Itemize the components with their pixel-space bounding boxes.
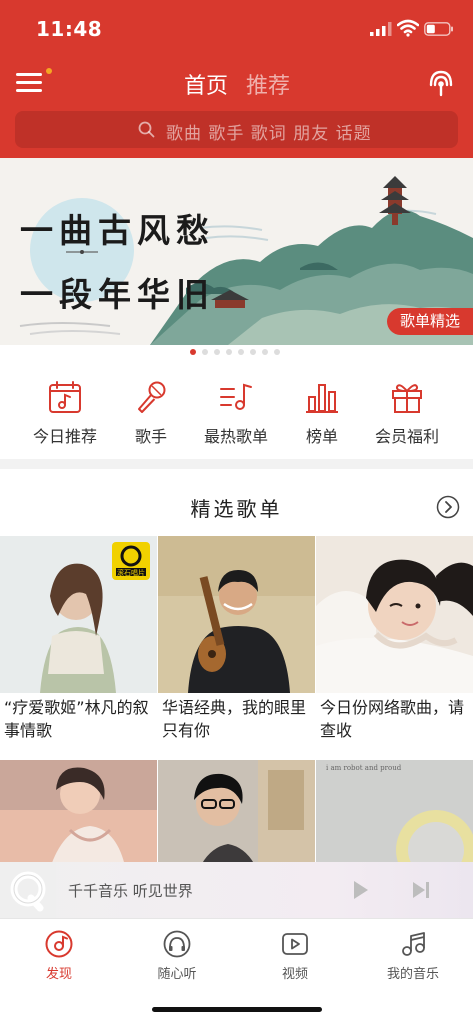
search-bar[interactable]: 歌曲 歌手 歌词 朋友 话题 [15, 111, 458, 148]
cover-image [316, 760, 473, 864]
category-label: 最热歌单 [203, 427, 268, 446]
playlist-title: 今日份网络歌曲，请查收 [320, 698, 465, 740]
cover-caption: i am robot and proud [326, 764, 402, 772]
tab-discover[interactable]: 发现 [14, 929, 104, 982]
carousel-dot [262, 349, 268, 355]
banner-badge: 歌单精选 [387, 308, 473, 335]
mini-player[interactable]: 千千音乐 听见世界 [0, 862, 473, 918]
section-title: 精选歌单 [190, 497, 283, 521]
carousel-dot [250, 349, 256, 355]
microphone-icon [138, 381, 166, 413]
category-singer[interactable]: 歌手 [106, 379, 196, 449]
cover-image [316, 536, 473, 693]
radio-icon[interactable] [424, 66, 458, 100]
featured-playlists: 精选歌单 滚石唱片 “疗爱歌姬”林凡的叙事情歌 华语经典，我的眼里只有你 今日份… [0, 469, 473, 864]
carousel-dot [226, 349, 232, 355]
carousel-dot [190, 349, 196, 355]
tab-recommend[interactable]: 推荐 [246, 68, 290, 100]
tab-label: 我的音乐 [386, 967, 439, 982]
playlist-cover: i am robot and proud [316, 760, 473, 864]
menu-icon [16, 73, 42, 76]
category-today[interactable]: 今日推荐 [20, 379, 110, 449]
tab-home[interactable]: 首页 [184, 68, 228, 100]
menu-icon-bar [16, 81, 42, 84]
search-placeholder: 歌曲 歌手 歌词 朋友 话题 [166, 124, 372, 144]
playlist-cover: 滚石唱片 [0, 536, 157, 693]
top-nav: 首页 推荐 [0, 60, 473, 106]
calendar-music-icon [49, 381, 81, 413]
banner-headline-1: 一曲古风愁 [20, 211, 215, 250]
playlist-icon [220, 383, 252, 410]
category-hot-playlists[interactable]: 最热歌单 [191, 379, 281, 449]
video-icon [282, 933, 308, 955]
cellular-signal-icon [370, 22, 392, 36]
gift-icon [392, 384, 422, 413]
player-track-text: 千千音乐 听见世界 [68, 882, 193, 900]
carousel-dot [238, 349, 244, 355]
category-label: 今日推荐 [32, 427, 97, 446]
banner-headline-2: 一段年华旧 [20, 275, 215, 314]
carousel-dot [274, 349, 280, 355]
discover-icon [45, 930, 73, 958]
carousel-dot [214, 349, 220, 355]
playlist-cover [316, 536, 473, 693]
status-time: 11:48 [36, 17, 103, 41]
music-note-icon [402, 932, 425, 956]
home-indicator [152, 1007, 322, 1012]
notification-dot [46, 68, 52, 74]
tab-label: 随心听 [157, 967, 197, 982]
menu-button[interactable] [16, 68, 52, 96]
banner-carousel[interactable]: 一曲古风愁 一段年华旧 歌单精选 [0, 158, 473, 345]
player-cover[interactable] [0, 862, 56, 918]
cover-image [158, 760, 315, 864]
tab-my-music[interactable]: 我的音乐 [368, 929, 458, 982]
play-icon[interactable] [348, 878, 372, 902]
cover-label-badge: 滚石唱片 [117, 569, 145, 577]
chevron-right-icon[interactable] [436, 495, 460, 519]
app-logo-icon [0, 862, 56, 918]
carousel-dot [202, 349, 208, 355]
chart-icon [306, 384, 338, 413]
category-label: 会员福利 [374, 427, 439, 446]
playlist-title: “疗爱歌姬”林凡的叙事情歌 [4, 698, 149, 740]
playlist-cover [158, 536, 315, 693]
menu-icon-bar [16, 89, 42, 92]
battery-icon [424, 22, 453, 36]
tab-random-listen[interactable]: 随心听 [132, 929, 222, 982]
carousel-indicator [0, 345, 473, 359]
playlist-title: 华语经典，我的眼里只有你 [162, 698, 307, 740]
app-header: 11:48 首页 推荐 歌曲 歌手 歌词 朋友 话题 [0, 0, 473, 158]
category-label: 歌手 [134, 427, 167, 446]
playlist-cover [0, 760, 157, 864]
category-label: 榜单 [305, 427, 338, 446]
headphones-icon [163, 930, 191, 958]
wifi-icon [397, 19, 419, 37]
search-icon [138, 121, 155, 138]
next-track-icon[interactable] [410, 879, 432, 901]
category-charts[interactable]: 榜单 [277, 379, 367, 449]
tab-label: 视频 [281, 967, 308, 982]
tab-label: 发现 [45, 967, 72, 982]
category-vip-perks[interactable]: 会员福利 [362, 379, 452, 449]
tab-video[interactable]: 视频 [250, 929, 340, 982]
cover-image [158, 536, 315, 693]
category-shortcuts: 今日推荐 歌手 最热歌单 榜单 会员福利 [0, 359, 473, 459]
status-bar: 11:48 [0, 0, 473, 60]
playlist-cover [158, 760, 315, 864]
cover-image [0, 536, 157, 693]
cover-image [0, 760, 157, 864]
